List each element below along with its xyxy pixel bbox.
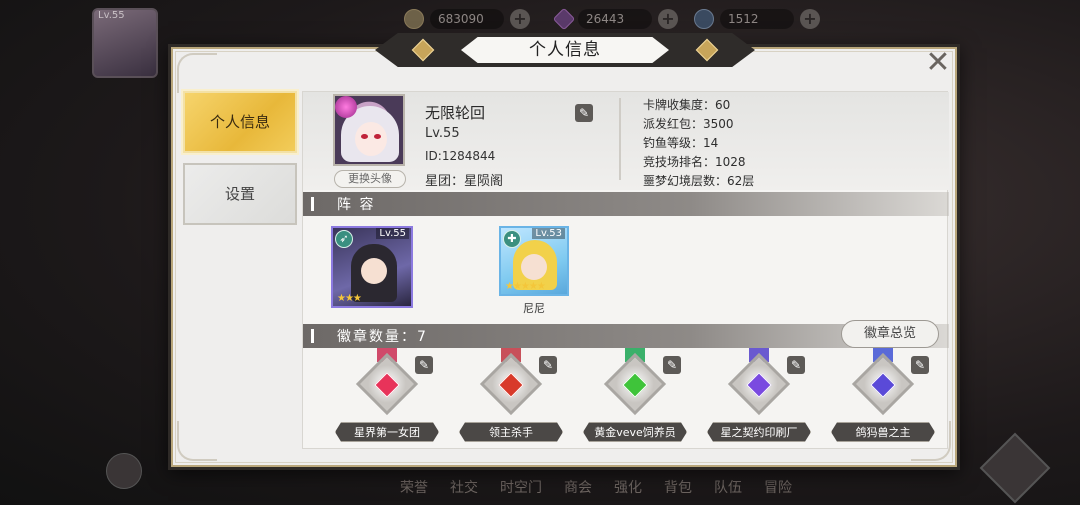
badge-item[interactable]: ✎ 星之契约印刷厂 — [703, 348, 815, 448]
stat-card-collection: 卡牌收集度：60 — [643, 98, 731, 112]
change-avatar-button[interactable]: 更换头像 — [334, 170, 406, 188]
nav-guild[interactable]: 商会 — [564, 477, 592, 497]
gold-value: 683090 — [430, 9, 504, 29]
tab-settings[interactable]: 设置 — [183, 163, 297, 225]
lineup-section-header: 阵 容 — [303, 192, 949, 216]
badge-name: 星界第一女团 — [335, 422, 439, 442]
player-level: Lv.55 — [425, 126, 460, 141]
badge-overview-button[interactable]: 徽章总览 — [841, 320, 939, 348]
class-support-icon: ✚ — [503, 230, 521, 248]
stat-red-packets: 派发红包：3500 — [643, 117, 734, 131]
edit-badge-icon[interactable]: ✎ — [539, 356, 557, 374]
hero-card[interactable]: ➶ Lv.55 ★★★ — [331, 226, 413, 308]
badge-list: ✎ 星界第一女团 ✎ 领主杀手 ✎ 黄金veve饲养员 ✎ 星之契约印刷厂 ✎ 鸽犸兽之主 — [303, 348, 949, 448]
corner-ornament — [177, 421, 217, 461]
badge-count: 徽章数量：7 — [337, 329, 428, 345]
profile-panel: 更换头像 无限轮回 ✎ Lv.55 ID:1284844 星团：星陨阁 卡牌收集… — [302, 91, 949, 449]
corner-ornament — [177, 53, 217, 93]
hud-gems: 26443 + — [552, 7, 678, 31]
modal-title-banner: 个人信息 — [375, 33, 755, 67]
nav-adventure[interactable]: 冒险 — [764, 477, 792, 497]
add-gems-button[interactable]: + — [658, 9, 678, 29]
hud-player-level: Lv.55 — [98, 10, 125, 21]
badge-name: 星之契约印刷厂 — [707, 422, 811, 442]
gems-value: 26443 — [578, 9, 652, 29]
edit-badge-icon[interactable]: ✎ — [415, 356, 433, 374]
stamina-value: 1512 — [720, 9, 794, 29]
player-id: ID:1284844 — [425, 149, 496, 163]
tab-profile[interactable]: 个人信息 — [183, 91, 297, 153]
profile-header: 更换头像 无限轮回 ✎ Lv.55 ID:1284844 星团：星陨阁 卡牌收集… — [303, 92, 949, 190]
badge-item[interactable]: ✎ 黄金veve饲养员 — [579, 348, 691, 448]
stat-fishing-level: 钓鱼等级：14 — [643, 136, 719, 150]
badge-name: 鸽犸兽之主 — [831, 422, 935, 442]
edit-badge-icon[interactable]: ✎ — [787, 356, 805, 374]
divider — [619, 98, 621, 180]
stat-nightmare-floors: 噩梦幻境层数：62层 — [643, 174, 755, 188]
avatar[interactable] — [333, 94, 405, 166]
nav-portal[interactable]: 时空门 — [500, 477, 542, 497]
hud-gold: 683090 + — [404, 8, 530, 30]
nav-team[interactable]: 队伍 — [714, 477, 742, 497]
badge-item[interactable]: ✎ 鸽犸兽之主 — [827, 348, 939, 448]
stat-arena-rank: 竞技场排名：1028 — [643, 155, 746, 169]
gem-icon — [552, 7, 576, 31]
nav-social[interactable]: 社交 — [450, 477, 478, 497]
lineup-title: 阵 容 — [337, 197, 376, 213]
edit-badge-icon[interactable]: ✎ — [663, 356, 681, 374]
hero-level: Lv.55 — [376, 228, 409, 239]
gold-coin-icon — [404, 9, 424, 29]
add-stamina-button[interactable]: + — [800, 9, 820, 29]
hero-level: Lv.53 — [532, 228, 565, 239]
chat-icon[interactable] — [106, 453, 142, 489]
hud-stamina: 1512 + — [694, 8, 820, 30]
add-gold-button[interactable]: + — [510, 9, 530, 29]
player-stats: 卡牌收集度：60 派发红包：3500 钓鱼等级：14 竞技场排名：1028 噩梦… — [643, 96, 754, 191]
player-guild: 星团：星陨阁 — [425, 174, 504, 189]
player-name: 无限轮回 — [425, 104, 486, 122]
close-icon[interactable]: ✕ — [923, 48, 953, 79]
badge-name: 黄金veve饲养员 — [583, 422, 687, 442]
hero-card[interactable]: ✚ Lv.53 ★★★★★ — [499, 226, 569, 296]
bottom-nav: 荣誉 社交 时空门 商会 强化 背包 队伍 冒险 — [400, 477, 792, 497]
hero-stars: ★★★ — [337, 293, 362, 304]
profile-modal: 个人信息 ✕ 个人信息 设置 更换头像 无限轮回 ✎ Lv.55 ID:1284… — [168, 33, 960, 470]
modal-title: 个人信息 — [461, 37, 669, 63]
badge-name: 领主杀手 — [459, 422, 563, 442]
hero-stars: ★★★★★ — [505, 281, 546, 292]
badge-item[interactable]: ✎ 领主杀手 — [455, 348, 567, 448]
badge-item[interactable]: ✎ 星界第一女团 — [331, 348, 443, 448]
edit-badge-icon[interactable]: ✎ — [911, 356, 929, 374]
stamina-icon — [694, 9, 714, 29]
nav-bag[interactable]: 背包 — [664, 477, 692, 497]
class-archer-icon: ➶ — [335, 230, 353, 248]
nav-enhance[interactable]: 强化 — [614, 477, 642, 497]
nav-honor[interactable]: 荣誉 — [400, 477, 428, 497]
hero-name: 尼尼 — [523, 302, 545, 315]
edit-name-icon[interactable]: ✎ — [575, 104, 593, 122]
